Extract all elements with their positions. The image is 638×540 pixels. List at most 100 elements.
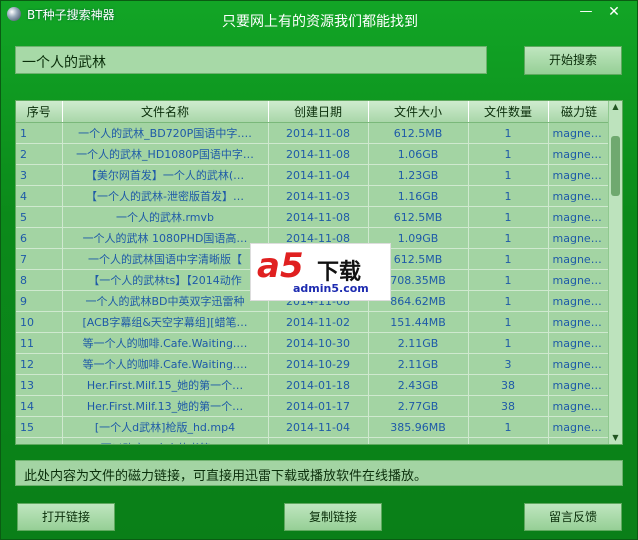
column-header-size[interactable]: 文件大小 xyxy=(368,101,469,123)
cell-size: 385.96MB xyxy=(368,416,469,438)
cell-size: 2.43GB xyxy=(368,374,469,396)
cell-size: 1.23GB xyxy=(368,164,469,186)
cell-size: 1.06GB xyxy=(368,143,469,165)
cell-index: 10 xyxy=(16,311,63,333)
cell-magnet: magnet:… xyxy=(548,437,611,444)
cell-file-name: 一个人的武林.rmvb xyxy=(62,206,269,228)
cell-file-name: [一个人d武林]枪版_hd.mp4 xyxy=(62,416,269,438)
cell-file-name: 一个人的武林_BD720P国语中字.… xyxy=(62,122,269,144)
cell-count: 1 xyxy=(468,227,549,249)
cell-size: 612.5MB xyxy=(368,206,469,228)
cell-magnet: magnet:… xyxy=(548,332,611,354)
cell-size: 1.16GB xyxy=(368,185,469,207)
cell-count: 1 xyxy=(468,311,549,333)
slogan: 只要网上有的资源我们都能找到 xyxy=(222,14,418,30)
open-link-button[interactable]: 打开链接 xyxy=(17,503,115,531)
table-row[interactable]: 13 Her.First.Milf.15_她的第一个… 2014-01-18 2.43… xyxy=(16,374,611,396)
cell-date: 2014-11-08 xyxy=(268,122,369,144)
cell-count: 1 xyxy=(468,164,549,186)
cell-count: 1 xyxy=(468,206,549,228)
column-header-date[interactable]: 创建日期 xyxy=(268,101,369,123)
magnet-hint-field[interactable]: 此处内容为文件的磁力链接，可直接用迅雷下载或播放软件在线播放。 xyxy=(15,460,623,486)
watermark-logo: a5 下载 admin5.com xyxy=(250,243,391,301)
cell-index: 14 xyxy=(16,395,63,417)
table-row[interactable]: 2 一个人的武林_HD1080P国语中字… 2014-11-08 1.06GB 1 mag… xyxy=(16,143,611,165)
cell-magnet: magnet:… xyxy=(548,122,611,144)
cell-count: 1 xyxy=(468,143,549,165)
cell-count: 1 xyxy=(468,437,549,444)
cell-date: 2014-11-03 xyxy=(268,185,369,207)
cell-file-name: 【美尔网首发】一个人的武林(… xyxy=(62,164,269,186)
table-row[interactable]: 16可以改变一个人的书籍.txt2014-10-28750bytes1magne… xyxy=(16,437,611,444)
cell-index: 5 xyxy=(16,206,63,228)
table-row[interactable]: 15 [一个人d武林]枪版_hd.mp4 2014-11-04 385.96MB 1 ma… xyxy=(16,416,611,438)
cell-index: 1 xyxy=(16,122,63,144)
table-row[interactable]: 4 【一个人的武林-泄密版首发】… 2014-11-03 1.16GB 1 magnet:… xyxy=(16,185,611,207)
table-row[interactable]: 3 【美尔网首发】一个人的武林(… 2014-11-04 1.23GB 1 magnet:… xyxy=(16,164,611,186)
cell-file-name: 等一个人的咖啡.Cafe.Waiting.… xyxy=(62,332,269,354)
cell-date: 2014-01-17 xyxy=(268,395,369,417)
cell-magnet: magnet:… xyxy=(548,248,611,270)
cell-count: 1 xyxy=(468,332,549,354)
cell-index: 16 xyxy=(16,437,63,444)
cell-magnet: magnet:… xyxy=(548,227,611,249)
cell-magnet: magnet:… xyxy=(548,374,611,396)
table-row[interactable]: 10 [ACB字幕组&天空字幕组][蜡笔… 2014-11-02 151.44MB 1 m… xyxy=(16,311,611,333)
column-header-magnet[interactable]: 磁力链 xyxy=(548,101,611,123)
cell-size: 2.77GB xyxy=(368,395,469,417)
scroll-thumb[interactable] xyxy=(611,136,620,196)
cell-date: 2014-11-04 xyxy=(268,416,369,438)
cell-magnet: magnet:… xyxy=(548,290,611,312)
cell-magnet: magnet:… xyxy=(548,395,611,417)
column-header-name[interactable]: 文件名称 xyxy=(62,101,269,123)
watermark-brand: a5 xyxy=(257,246,304,286)
feedback-button[interactable]: 留言反馈 xyxy=(524,503,622,531)
cell-file-name: 一个人的武林BD中英双字迅雷种 xyxy=(62,290,269,312)
copy-link-button[interactable]: 复制链接 xyxy=(284,503,382,531)
cell-file-name: 一个人的武林国语中字清晰版【 xyxy=(62,248,269,270)
cell-index: 6 xyxy=(16,227,63,249)
column-header-index[interactable]: 序号 xyxy=(16,101,63,123)
cell-count: 1 xyxy=(468,185,549,207)
cell-count: 1 xyxy=(468,248,549,270)
cell-file-name: Her.First.Milf.15_她的第一个… xyxy=(62,374,269,396)
app-window: BT种子搜索神器 只要网上有的资源我们都能找到 — ✕ 一个人的武林 开始搜索 … xyxy=(0,0,638,540)
cell-file-name: Her.First.Milf.13_她的第一个… xyxy=(62,395,269,417)
scroll-down-icon[interactable]: ▼ xyxy=(609,432,622,444)
cell-file-name: 一个人的武林_HD1080P国语中字… xyxy=(62,143,269,165)
cell-file-name: [ACB字幕组&天空字幕组][蜡笔… xyxy=(62,311,269,333)
cell-date: 2014-10-29 xyxy=(268,353,369,375)
cell-index: 13 xyxy=(16,374,63,396)
search-button[interactable]: 开始搜索 xyxy=(524,46,622,75)
cell-index: 2 xyxy=(16,143,63,165)
minimize-icon[interactable]: — xyxy=(577,3,595,21)
table-row[interactable]: 14 Her.First.Milf.13_她的第一个… 2014-01-17 2.77… xyxy=(16,395,611,417)
cell-date: 2014-11-08 xyxy=(268,206,369,228)
cell-size: 750bytes xyxy=(368,437,469,444)
cell-file-name: 一个人的武林 1080PHD国语高… xyxy=(62,227,269,249)
cell-index: 9 xyxy=(16,290,63,312)
cell-count: 1 xyxy=(468,269,549,291)
vertical-scrollbar[interactable]: ▲ ▼ xyxy=(608,101,622,444)
cell-date: 2014-01-18 xyxy=(268,374,369,396)
table-row[interactable]: 5 一个人的武林.rmvb 2014-11-08 612.5MB 1 magnet:… xyxy=(16,206,611,228)
cell-date: 2014-10-28 xyxy=(268,437,369,444)
cell-index: 7 xyxy=(16,248,63,270)
cell-file-name: 可以改变一个人的书籍.txt xyxy=(62,437,269,444)
cell-index: 15 xyxy=(16,416,63,438)
cell-index: 3 xyxy=(16,164,63,186)
cell-count: 1 xyxy=(468,416,549,438)
table-row[interactable]: 12 等一个人的咖啡.Cafe.Waiting.… 2014-10-29 2.11GB… xyxy=(16,353,611,375)
cell-magnet: magnet:… xyxy=(548,206,611,228)
cell-date: 2014-10-30 xyxy=(268,332,369,354)
search-input[interactable]: 一个人的武林 xyxy=(15,46,487,74)
cell-size: 2.11GB xyxy=(368,332,469,354)
cell-size: 612.5MB xyxy=(368,122,469,144)
cell-magnet: magnet:… xyxy=(548,164,611,186)
column-header-count[interactable]: 文件数量 xyxy=(468,101,549,123)
cell-magnet: magnet:… xyxy=(548,143,611,165)
table-row[interactable]: 11 等一个人的咖啡.Cafe.Waiting.… 2014-10-30 2.11GB… xyxy=(16,332,611,354)
close-icon[interactable]: ✕ xyxy=(605,3,623,21)
table-row[interactable]: 1 一个人的武林_BD720P国语中字.… 2014-11-08 612.5MB 1 ma… xyxy=(16,122,611,144)
scroll-up-icon[interactable]: ▲ xyxy=(609,101,622,113)
